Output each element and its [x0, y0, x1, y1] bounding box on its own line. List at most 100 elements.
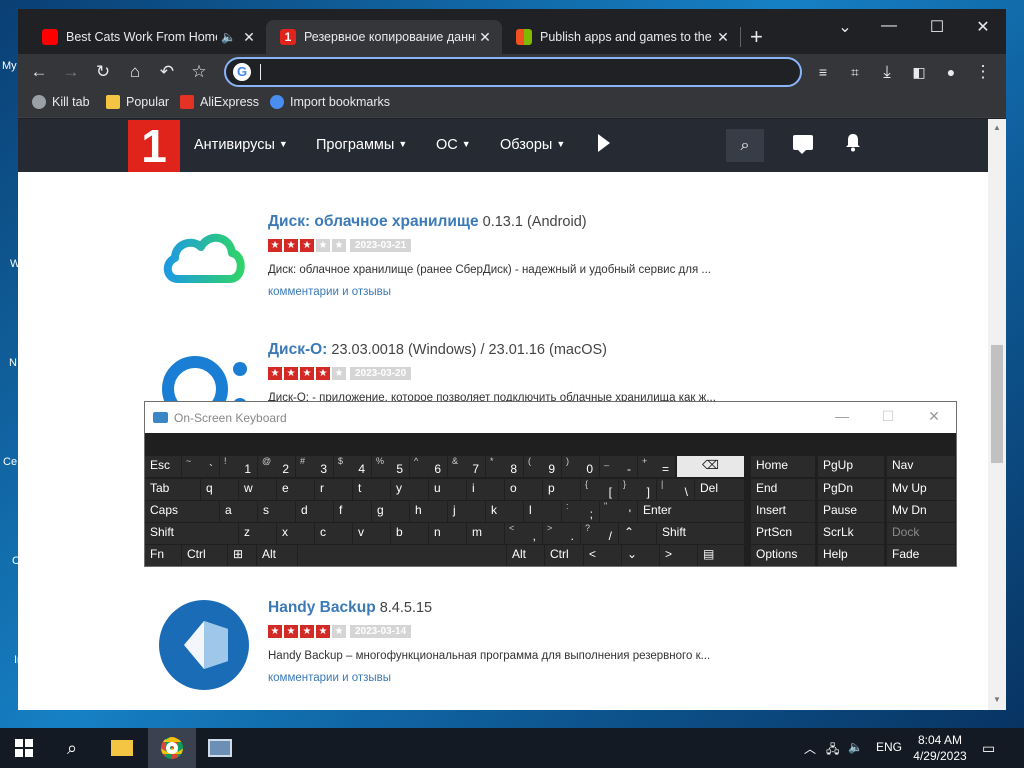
close-tab-icon[interactable]: ✕ — [240, 29, 258, 46]
osk-key[interactable]: l — [524, 501, 561, 522]
osk-key[interactable]: Options — [751, 545, 815, 566]
osk-key[interactable]: Esc — [145, 456, 181, 477]
osk-key[interactable] — [298, 545, 506, 566]
osk-key[interactable]: Fade — [887, 545, 955, 566]
osk-key[interactable]: d — [296, 501, 333, 522]
osk-key[interactable]: q — [201, 479, 238, 500]
osk-key[interactable]: ⌄ — [622, 545, 659, 566]
osk-key[interactable]: Alt — [257, 545, 297, 566]
network-icon[interactable]: 🖧 — [826, 740, 839, 761]
osk-key[interactable]: >. — [543, 523, 580, 544]
osk-key[interactable]: ? / — [581, 523, 618, 544]
osk-key[interactable]: b — [391, 523, 428, 544]
osk-key[interactable]: <, — [505, 523, 542, 544]
bookmark-aliexpress[interactable]: AliExpress — [180, 95, 259, 109]
undo-icon[interactable]: ↶ — [154, 60, 180, 84]
osk-key[interactable]: " ' — [600, 501, 637, 522]
comments-link[interactable]: комментарии и отзывы — [268, 672, 391, 684]
search-button[interactable]: ⌕ — [726, 129, 764, 162]
tray-chevron-icon[interactable]: ︿ — [804, 740, 816, 757]
osk-key[interactable]: t — [353, 479, 390, 500]
bell-icon[interactable] — [844, 133, 862, 152]
osk-key[interactable]: u — [429, 479, 466, 500]
osk-key[interactable]: }] — [619, 479, 656, 500]
close-window-button[interactable]: ✕ — [961, 17, 1005, 37]
osk-key[interactable]: Fn — [145, 545, 181, 566]
notification-icon[interactable]: ▭ — [982, 740, 995, 757]
osk-key[interactable]: o — [505, 479, 542, 500]
osk-key[interactable]: + = — [638, 456, 675, 477]
scroll-down-icon[interactable]: ▼ — [993, 695, 1001, 704]
bookmark-popular[interactable]: Popular — [106, 95, 169, 109]
osk-key[interactable]: < — [584, 545, 621, 566]
osk-key[interactable]: Mv Dn — [887, 501, 955, 522]
osk-key[interactable]: n — [429, 523, 466, 544]
osk-key[interactable]: ! 1 — [220, 456, 257, 477]
osk-key[interactable]: w — [239, 479, 276, 500]
osk-key[interactable]: ⌃ — [619, 523, 656, 544]
osk-key[interactable]: ▤ — [698, 545, 744, 566]
tab-youtube[interactable]: Best Cats Work From Home 🔈 ✕ — [28, 20, 266, 54]
osk-key[interactable]: _ - — [600, 456, 637, 477]
osk-key[interactable]: Del — [695, 479, 744, 500]
app-name-link[interactable]: Handy Backup — [268, 599, 376, 616]
bookmark-star-icon[interactable]: ☆ — [186, 60, 212, 84]
osk-key[interactable]: (9 — [524, 456, 561, 477]
osk-key[interactable]: * 8 — [486, 456, 523, 477]
osk-key[interactable]: h — [410, 501, 447, 522]
osk-key[interactable]: y — [391, 479, 428, 500]
chat-icon[interactable] — [793, 135, 813, 154]
address-bar[interactable]: G — [224, 57, 802, 87]
osk-key[interactable]: k — [486, 501, 523, 522]
osk-key[interactable]: Dock — [887, 523, 955, 544]
handy-backup-icon[interactable] — [158, 599, 250, 691]
osk-key[interactable]: Enter — [638, 501, 744, 522]
desktop-icon-label[interactable]: N — [9, 357, 17, 369]
tab-active[interactable]: 1 Резервное копирование данны ✕ — [266, 20, 502, 54]
chrome-icon[interactable] — [148, 728, 196, 768]
minimize-button[interactable]: — — [867, 17, 911, 35]
close-tab-icon[interactable]: ✕ — [476, 29, 494, 46]
osk-key[interactable]: PgUp — [818, 456, 884, 477]
osk-key[interactable]: #3 — [296, 456, 333, 477]
nav-reviews[interactable]: Обзоры ▼ — [500, 137, 565, 153]
osk-key[interactable]: j — [448, 501, 485, 522]
desktop-icon-label[interactable]: Ce — [3, 456, 17, 468]
forward-button[interactable]: → — [58, 60, 84, 84]
osk-key[interactable]: Shift — [657, 523, 744, 544]
osk-key[interactable]: ScrLk — [818, 523, 884, 544]
reading-list-icon[interactable]: ≡ — [810, 60, 836, 84]
osk-key[interactable]: > — [660, 545, 697, 566]
osk-key[interactable]: Mv Up — [887, 479, 955, 500]
file-explorer-icon[interactable] — [98, 728, 146, 768]
osk-key[interactable]: End — [751, 479, 815, 500]
side-panel-icon[interactable]: ◧ — [906, 60, 932, 84]
osk-key[interactable]: ~ ` — [182, 456, 219, 477]
comments-link[interactable]: комментарии и отзывы — [268, 286, 391, 298]
download-icon[interactable]: ⤓ — [874, 60, 900, 84]
osk-key[interactable]: ⊞ — [228, 545, 256, 566]
nav-os[interactable]: ОС ▼ — [436, 137, 471, 153]
app-name-link[interactable]: Диск: облачное хранилище — [268, 213, 479, 230]
osk-key[interactable]: Insert — [751, 501, 815, 522]
new-tab-button[interactable]: + — [750, 24, 763, 50]
address-input[interactable] — [258, 62, 788, 82]
osk-key[interactable]: PrtScn — [751, 523, 815, 544]
osk-maximize-button[interactable]: ☐ — [873, 408, 903, 425]
search-icon[interactable]: ⌕ — [48, 728, 96, 768]
osk-key[interactable]: Ctrl — [545, 545, 583, 566]
clock[interactable]: 8:04 AM 4/29/2023 — [905, 732, 975, 764]
back-button[interactable]: ← — [26, 60, 52, 84]
home-button[interactable]: ⌂ — [122, 60, 148, 84]
site-logo[interactable]: 1 — [128, 120, 180, 172]
volume-icon[interactable]: 🔈 — [848, 740, 863, 754]
play-arrow-icon[interactable] — [598, 134, 610, 152]
osk-key[interactable]: Help — [818, 545, 884, 566]
tab-search-button[interactable]: ⌄ — [823, 17, 867, 37]
osk-key[interactable]: c — [315, 523, 352, 544]
osk-key[interactable]: r — [315, 479, 352, 500]
osk-key[interactable]: x — [277, 523, 314, 544]
profile-icon[interactable]: ● — [938, 60, 964, 84]
osk-title-bar[interactable]: On-Screen Keyboard — ☐ ✕ — [145, 402, 956, 433]
osk-key[interactable]: g — [372, 501, 409, 522]
